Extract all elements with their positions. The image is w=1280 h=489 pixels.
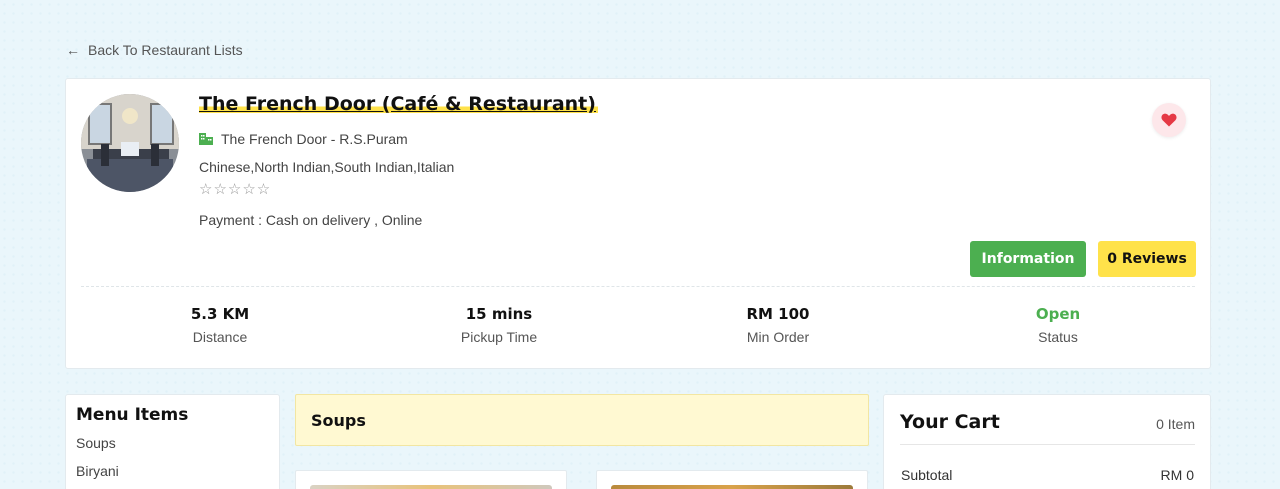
subtotal-label: Subtotal xyxy=(901,467,953,483)
rating-stars: ☆☆☆☆☆ xyxy=(199,181,272,198)
category-header: Soups xyxy=(295,394,869,446)
stat-status-value: Open xyxy=(1035,305,1081,323)
stat-min-order-value: RM 100 xyxy=(746,305,810,323)
stat-status-label: Status xyxy=(1038,329,1078,345)
cuisine-list: Chinese,North Indian,South Indian,Italia… xyxy=(199,159,455,175)
back-link-label: Back To Restaurant Lists xyxy=(88,42,243,58)
menu-item-soups[interactable]: Soups xyxy=(76,435,269,451)
menu-item-biryani[interactable]: Biryani xyxy=(76,463,269,479)
stat-distance-value: 5.3 KM xyxy=(190,305,250,323)
stat-pickup-time-value: 15 mins xyxy=(465,305,533,323)
back-link[interactable]: ← Back To Restaurant Lists xyxy=(66,42,243,58)
building-icon xyxy=(199,133,213,145)
stat-min-order: RM 100 Min Order xyxy=(678,305,878,345)
product-image xyxy=(611,485,853,489)
arrow-left-icon: ← xyxy=(66,42,80,58)
branch-label: The French Door - R.S.Puram xyxy=(221,131,408,147)
information-button[interactable]: Information xyxy=(970,241,1086,277)
favorite-button[interactable] xyxy=(1152,103,1186,137)
reviews-button[interactable]: 0 Reviews xyxy=(1098,241,1196,277)
restaurant-branch: The French Door - R.S.Puram xyxy=(199,131,408,147)
cart-item-count: 0 Item xyxy=(1156,416,1195,432)
cart-title: Your Cart xyxy=(900,411,1000,433)
stat-pickup-time-label: Pickup Time xyxy=(460,329,538,345)
payment-methods: Payment : Cash on delivery , Online xyxy=(199,212,423,228)
cart-divider xyxy=(900,444,1195,445)
product-card[interactable] xyxy=(295,470,567,489)
product-image xyxy=(310,485,552,489)
cart-panel: Your Cart 0 Item Subtotal RM 0 xyxy=(883,394,1211,489)
stat-distance-label: Distance xyxy=(192,329,248,345)
menu-sidebar: Menu Items Soups Biryani xyxy=(65,394,280,489)
restaurant-card: The French Door (Café & Restaurant) The … xyxy=(65,78,1211,369)
menu-title: Menu Items xyxy=(76,405,189,425)
subtotal-value: RM 0 xyxy=(1160,467,1194,483)
stat-distance: 5.3 KM Distance xyxy=(120,305,320,345)
stat-status: Open Status xyxy=(958,305,1158,345)
heart-icon xyxy=(1161,113,1177,127)
stat-pickup-time: 15 mins Pickup Time xyxy=(399,305,599,345)
stat-min-order-label: Min Order xyxy=(746,329,810,345)
restaurant-name: The French Door (Café & Restaurant) xyxy=(199,93,598,115)
product-card[interactable] xyxy=(596,470,868,489)
restaurant-image xyxy=(81,94,179,192)
stats-divider xyxy=(81,286,1195,287)
